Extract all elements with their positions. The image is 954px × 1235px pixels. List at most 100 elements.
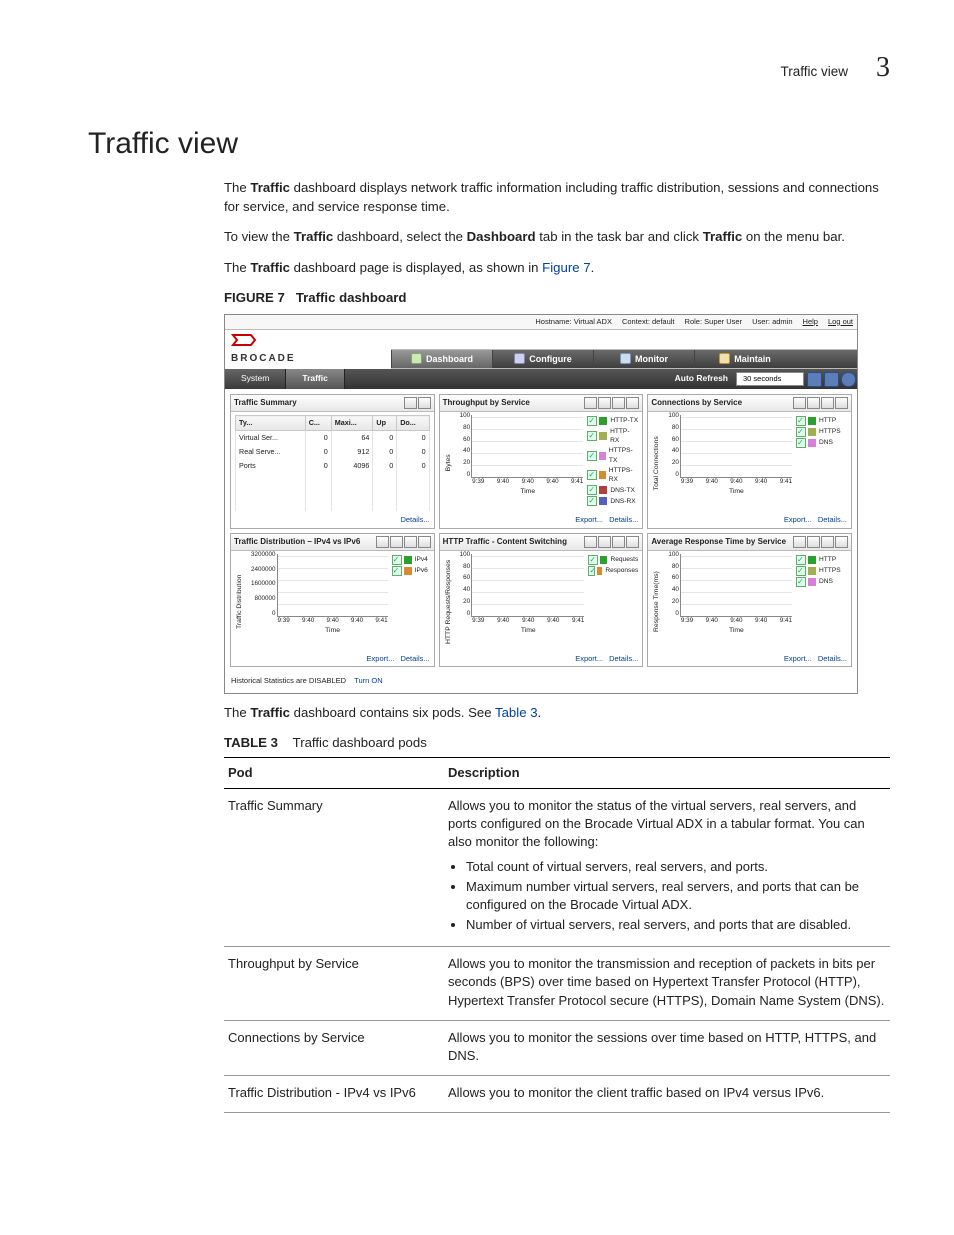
chart-type-icon[interactable]	[598, 397, 611, 409]
export-link[interactable]: Export...	[575, 515, 603, 524]
tab-maintain[interactable]: Maintain	[694, 350, 795, 369]
chart-type-icon[interactable]	[390, 536, 403, 548]
refresh-icon[interactable]	[824, 372, 839, 387]
minimize-icon[interactable]	[418, 536, 431, 548]
export-link[interactable]: Export...	[784, 654, 812, 663]
checkbox-icon[interactable]	[588, 555, 598, 565]
checkbox-icon[interactable]	[587, 496, 597, 506]
checkbox-icon[interactable]	[796, 555, 806, 565]
export-link[interactable]: Export...	[367, 654, 395, 663]
checkbox-icon[interactable]	[796, 577, 806, 587]
turn-on-link[interactable]: Turn ON	[354, 676, 382, 685]
checkbox-icon[interactable]	[587, 451, 596, 461]
chart-plot: 100 80 60 40 20 0 9:39 9:40 9:40	[471, 415, 583, 478]
configure-icon	[514, 353, 525, 364]
intro-para-2: To view the Traffic dashboard, select th…	[224, 228, 890, 246]
subnav: System Traffic Auto Refresh 30 seconds	[225, 369, 857, 389]
chart-type-icon[interactable]	[598, 536, 611, 548]
table-3-link[interactable]: Table 3	[495, 705, 538, 720]
minimize-icon[interactable]	[626, 536, 639, 548]
subtab-traffic[interactable]: Traffic	[286, 369, 345, 389]
chart-plot: 100806040200 9:399:409:409:409:41 Time	[471, 554, 584, 617]
checkbox-icon[interactable]	[796, 427, 806, 437]
chart-plot: 100806040200 9:399:409:409:409:41 Time	[680, 415, 792, 478]
details-link[interactable]: Details...	[400, 515, 429, 524]
maximize-icon[interactable]	[404, 536, 417, 548]
running-title: Traffic view	[780, 63, 848, 82]
table-row[interactable]: Real Serve... 0 912 0 0	[236, 445, 430, 459]
table-row[interactable]: Ports 0 4096 0 0	[236, 459, 430, 473]
tab-dashboard[interactable]: Dashboard	[391, 350, 492, 369]
pod-http-traffic: HTTP Traffic - Content Switching HTTP Re…	[439, 533, 644, 668]
chart-type-icon[interactable]	[376, 536, 389, 548]
export-link[interactable]: Export...	[784, 515, 812, 524]
app-topbar: Hostname: Virtual ADX Context: default R…	[225, 315, 857, 331]
intro-para-3: The Traffic dashboard page is displayed,…	[224, 259, 890, 277]
details-link[interactable]: Details...	[818, 654, 847, 663]
checkbox-icon[interactable]	[392, 555, 402, 565]
checkbox-icon[interactable]	[392, 566, 402, 576]
historical-stats-note: Historical Statistics are DISABLED Turn …	[225, 672, 857, 693]
brand-name: BROCADE	[225, 352, 391, 369]
monitor-icon	[620, 353, 631, 364]
dashboard-icon	[411, 353, 422, 364]
chart-type-icon[interactable]	[584, 536, 597, 548]
chart-type-icon[interactable]	[807, 397, 820, 409]
checkbox-icon[interactable]	[796, 566, 806, 576]
chart-type-icon[interactable]	[807, 536, 820, 548]
logout-link[interactable]: Log out	[828, 317, 853, 326]
chart-type-icon[interactable]	[793, 536, 806, 548]
tab-monitor[interactable]: Monitor	[593, 350, 694, 369]
maximize-icon[interactable]	[821, 397, 834, 409]
maximize-icon[interactable]	[612, 536, 625, 548]
checkbox-icon[interactable]	[796, 416, 806, 426]
page-header: Traffic view 3	[88, 48, 890, 87]
para-pods: The Traffic dashboard contains six pods.…	[224, 704, 890, 722]
chart-type-icon[interactable]	[584, 397, 597, 409]
subtab-system[interactable]: System	[225, 369, 286, 389]
pod-distribution: Traffic Distribution – IPv4 vs IPv6 Traf…	[230, 533, 435, 668]
details-link[interactable]: Details...	[609, 654, 638, 663]
figure-label: FIGURE 7 Traffic dashboard	[224, 289, 890, 307]
help-icon[interactable]	[841, 372, 856, 387]
export-link[interactable]: Export...	[575, 654, 603, 663]
table-3: Pod Description Traffic Summary Allows y…	[224, 757, 890, 1114]
minimize-icon[interactable]	[835, 397, 848, 409]
checkbox-icon[interactable]	[796, 438, 806, 448]
checkbox-icon[interactable]	[587, 431, 597, 441]
maintain-icon	[719, 353, 730, 364]
help-link[interactable]: Help	[803, 317, 818, 326]
pod-connections: Connections by Service Total Connections…	[647, 394, 852, 529]
page-title: Traffic view	[88, 123, 890, 165]
chapter-number: 3	[876, 48, 890, 87]
pod-throughput: Throughput by Service Bytes 100 80 60	[439, 394, 644, 529]
chart-type-icon[interactable]	[793, 397, 806, 409]
auto-refresh-label: Auto Refresh	[669, 373, 734, 385]
maximize-icon[interactable]	[612, 397, 625, 409]
auto-refresh-select[interactable]: 30 seconds	[736, 372, 804, 387]
table-label: TABLE 3 Traffic dashboard pods	[224, 734, 890, 752]
checkbox-icon[interactable]	[588, 566, 595, 576]
minimize-icon[interactable]	[835, 536, 848, 548]
maximize-icon[interactable]	[821, 536, 834, 548]
checkbox-icon[interactable]	[587, 416, 597, 426]
check Aricon[interactable]	[587, 470, 596, 480]
figure-7-screenshot: Hostname: Virtual ADX Context: default R…	[224, 314, 858, 694]
chart-plot: 3200000240000016000008000000 9:399:409:4…	[277, 554, 388, 617]
details-link[interactable]: Details...	[818, 515, 847, 524]
details-link[interactable]: Details...	[400, 654, 429, 663]
traffic-summary-table: Ty... C... Maxi... Up Do... Virtual Ser.…	[235, 415, 430, 511]
maximize-icon[interactable]	[404, 397, 417, 409]
tab-configure[interactable]: Configure	[492, 350, 593, 369]
intro-para-1: The Traffic dashboard displays network t…	[224, 179, 890, 216]
minimize-icon[interactable]	[418, 397, 431, 409]
figure-7-link[interactable]: Figure 7	[542, 260, 590, 275]
pod-traffic-summary: Traffic Summary Ty... C... Maxi... Up Do…	[230, 394, 435, 529]
pod-response-time: Average Response Time by Service Respons…	[647, 533, 852, 668]
minimize-icon[interactable]	[626, 397, 639, 409]
checkbox-icon[interactable]	[587, 485, 597, 495]
brocade-logo-icon	[231, 332, 271, 348]
dropdown-icon[interactable]	[807, 372, 822, 387]
details-link[interactable]: Details...	[609, 515, 638, 524]
table-row[interactable]: Virtual Ser... 0 64 0 0	[236, 431, 430, 446]
